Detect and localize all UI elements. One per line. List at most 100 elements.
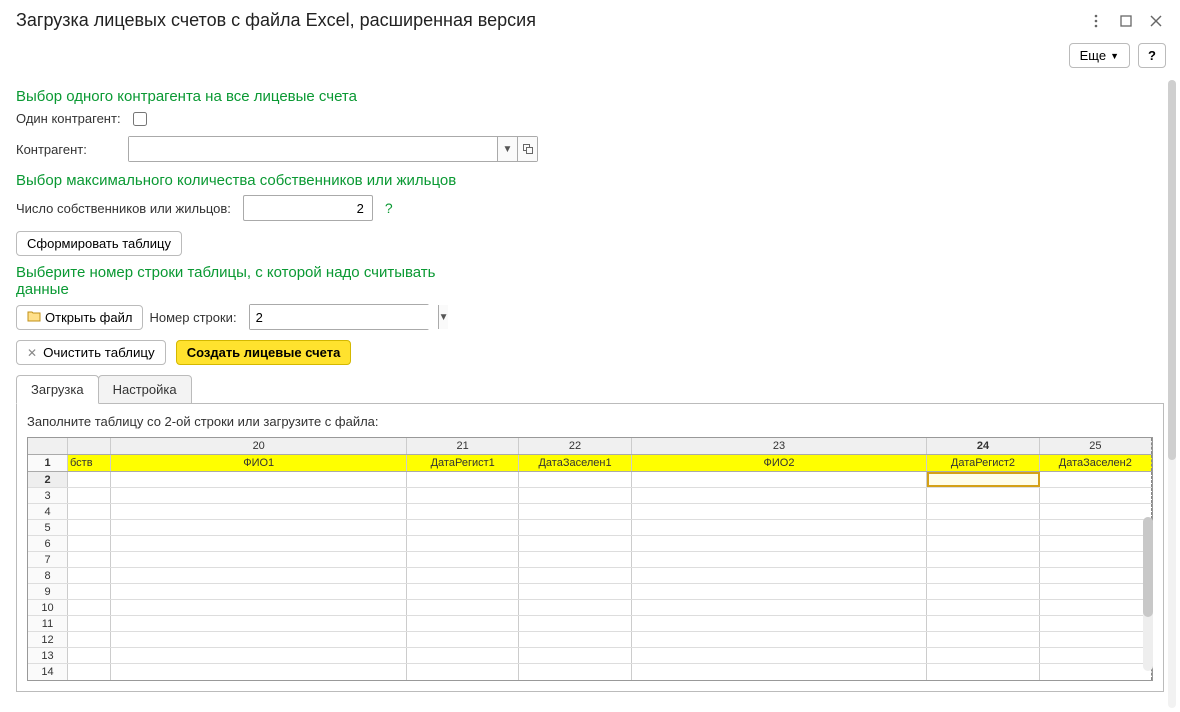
- cell[interactable]: [407, 488, 519, 503]
- cell[interactable]: [111, 568, 407, 583]
- tab-load[interactable]: Загрузка: [16, 375, 99, 404]
- col-header[interactable]: [68, 438, 111, 454]
- cell[interactable]: [111, 472, 407, 487]
- cell[interactable]: [632, 488, 928, 503]
- cell[interactable]: [1040, 648, 1152, 663]
- cell[interactable]: [1040, 600, 1152, 615]
- rownum-input[interactable]: [250, 305, 438, 329]
- cell[interactable]: [519, 568, 631, 583]
- col-header[interactable]: 21: [407, 438, 519, 454]
- cell[interactable]: [407, 664, 519, 680]
- cell[interactable]: [632, 664, 928, 680]
- cell[interactable]: [68, 536, 111, 551]
- grid-scrollbar[interactable]: [1143, 517, 1153, 671]
- cell[interactable]: [632, 536, 928, 551]
- cell[interactable]: [519, 616, 631, 631]
- cell[interactable]: [519, 504, 631, 519]
- cell[interactable]: [111, 584, 407, 599]
- cell[interactable]: [111, 664, 407, 680]
- cell[interactable]: [111, 520, 407, 535]
- cell[interactable]: [519, 536, 631, 551]
- cell[interactable]: [927, 488, 1039, 503]
- cell[interactable]: [407, 568, 519, 583]
- cell[interactable]: [632, 648, 928, 663]
- cell[interactable]: [632, 584, 928, 599]
- owners-count-input[interactable]: [243, 195, 373, 221]
- help-icon[interactable]: ?: [385, 200, 393, 216]
- cell[interactable]: [111, 600, 407, 615]
- cell[interactable]: [111, 488, 407, 503]
- cell[interactable]: [111, 504, 407, 519]
- cell[interactable]: [68, 472, 111, 487]
- row-number[interactable]: 7: [28, 552, 68, 567]
- row-number[interactable]: 9: [28, 584, 68, 599]
- cell[interactable]: [407, 616, 519, 631]
- cell[interactable]: [519, 664, 631, 680]
- cell[interactable]: [519, 584, 631, 599]
- row-number[interactable]: 5: [28, 520, 68, 535]
- col-header[interactable]: 25: [1040, 438, 1152, 454]
- cell[interactable]: [1040, 488, 1152, 503]
- cell[interactable]: [1040, 520, 1152, 535]
- row-number[interactable]: 11: [28, 616, 68, 631]
- cell[interactable]: [111, 648, 407, 663]
- clear-table-button[interactable]: ✕ Очистить таблицу: [16, 340, 166, 365]
- row-number[interactable]: 4: [28, 504, 68, 519]
- cell[interactable]: [407, 632, 519, 647]
- cell[interactable]: [68, 568, 111, 583]
- cell[interactable]: [68, 504, 111, 519]
- form-table-button[interactable]: Сформировать таблицу: [16, 231, 182, 256]
- cell[interactable]: [632, 568, 928, 583]
- tab-settings[interactable]: Настройка: [98, 375, 192, 404]
- open-file-button[interactable]: Открыть файл: [16, 305, 143, 330]
- cell[interactable]: [519, 600, 631, 615]
- cell[interactable]: [632, 520, 928, 535]
- row-number[interactable]: 3: [28, 488, 68, 503]
- cell[interactable]: [927, 664, 1039, 680]
- cell[interactable]: [927, 584, 1039, 599]
- cell[interactable]: [68, 664, 111, 680]
- cell[interactable]: [68, 488, 111, 503]
- row-number[interactable]: 13: [28, 648, 68, 663]
- cell[interactable]: [519, 648, 631, 663]
- cell[interactable]: [632, 600, 928, 615]
- page-scrollbar[interactable]: [1168, 80, 1176, 708]
- cell[interactable]: [111, 552, 407, 567]
- cell[interactable]: [68, 600, 111, 615]
- cell[interactable]: [927, 536, 1039, 551]
- cell[interactable]: [1040, 632, 1152, 647]
- cell[interactable]: [407, 536, 519, 551]
- row-number[interactable]: 8: [28, 568, 68, 583]
- expand-icon[interactable]: [517, 137, 537, 161]
- col-header[interactable]: 20: [111, 438, 407, 454]
- row-number[interactable]: 2: [28, 472, 68, 487]
- row-number[interactable]: 10: [28, 600, 68, 615]
- cell[interactable]: [111, 632, 407, 647]
- dropdown-icon[interactable]: ▼: [438, 305, 449, 329]
- cell[interactable]: [1040, 552, 1152, 567]
- cell[interactable]: [632, 616, 928, 631]
- counterparty-input[interactable]: [129, 137, 497, 161]
- cell[interactable]: [927, 616, 1039, 631]
- row-number[interactable]: 14: [28, 664, 68, 680]
- cell[interactable]: [1040, 504, 1152, 519]
- cell[interactable]: [407, 504, 519, 519]
- active-cell[interactable]: [927, 472, 1039, 487]
- cell[interactable]: [632, 472, 928, 487]
- cell[interactable]: [927, 600, 1039, 615]
- grid-scroll-thumb[interactable]: [1143, 517, 1153, 617]
- cell[interactable]: [1040, 536, 1152, 551]
- row-number[interactable]: 6: [28, 536, 68, 551]
- page-scroll-thumb[interactable]: [1168, 80, 1176, 460]
- row-number[interactable]: 12: [28, 632, 68, 647]
- row-number[interactable]: 1: [28, 455, 68, 471]
- cell[interactable]: [111, 536, 407, 551]
- cell[interactable]: [519, 472, 631, 487]
- more-button[interactable]: Еще ▼: [1069, 43, 1130, 68]
- cell[interactable]: [68, 552, 111, 567]
- col-header[interactable]: 23: [632, 438, 928, 454]
- cell[interactable]: [1040, 616, 1152, 631]
- cell[interactable]: [927, 632, 1039, 647]
- cell[interactable]: [519, 632, 631, 647]
- cell[interactable]: [1040, 664, 1152, 680]
